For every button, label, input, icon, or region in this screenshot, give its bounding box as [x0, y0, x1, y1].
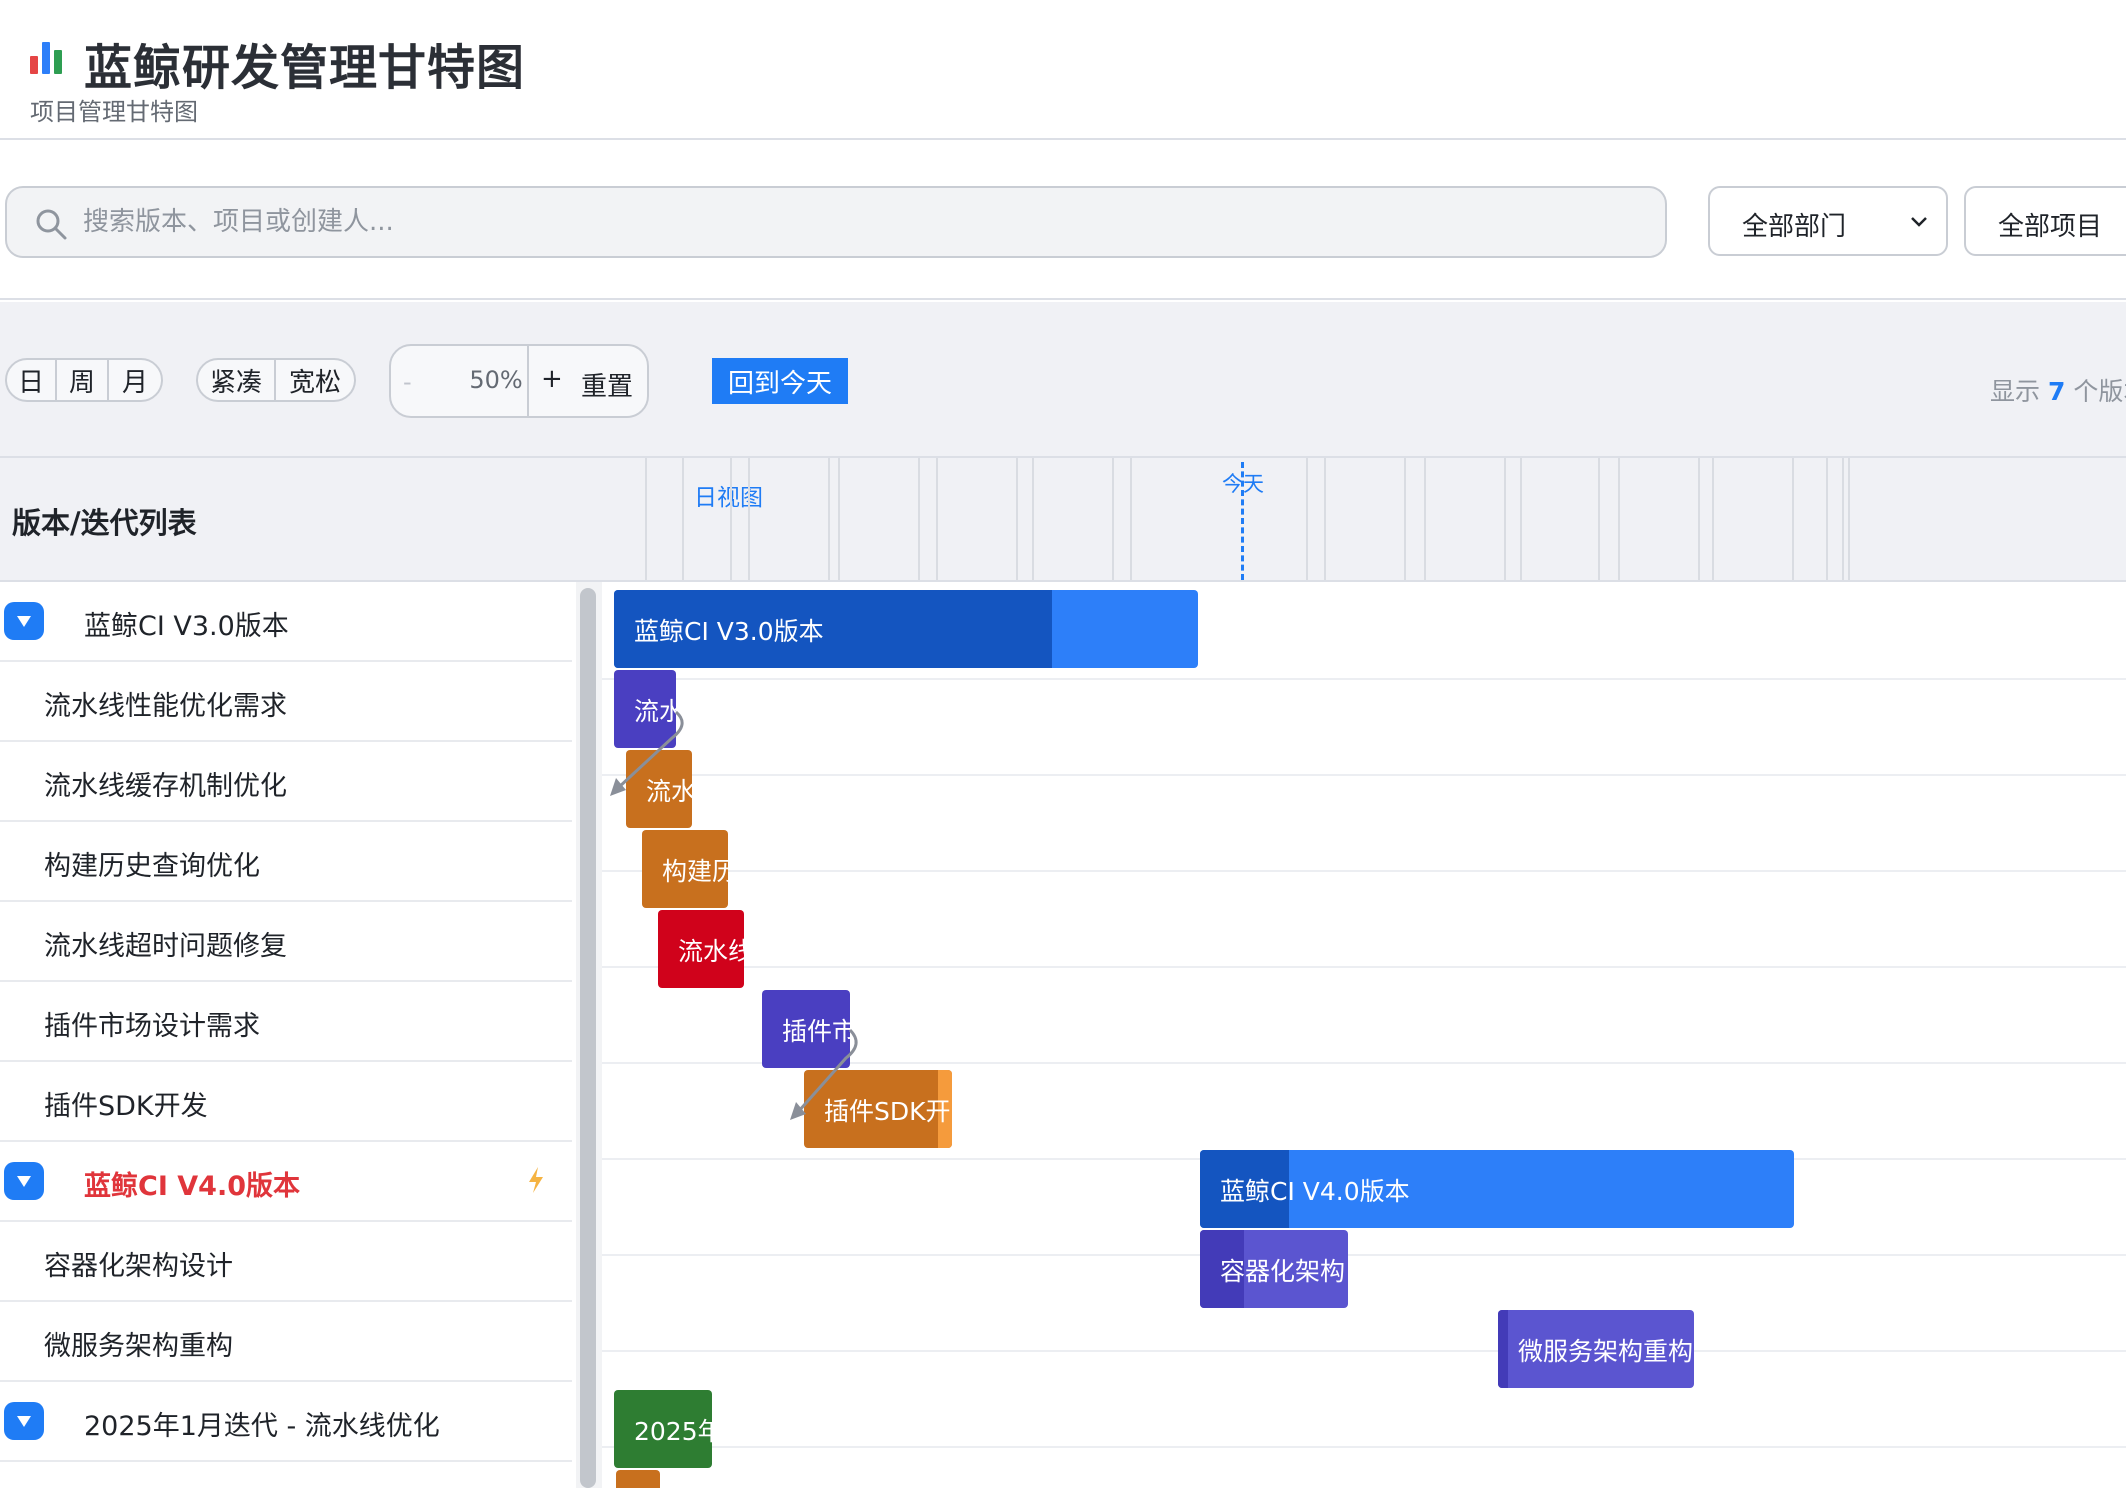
timeline-gridline: [1404, 458, 1406, 580]
gantt-bar-task[interactable]: 微服务架构重构: [1498, 1310, 1694, 1388]
timeline-gridline: [748, 458, 750, 580]
chevron-down-icon: [1911, 217, 1927, 227]
timeline-gridline: [1032, 458, 1034, 580]
zoom-out-button[interactable]: -: [403, 368, 412, 396]
today-marker-line: [1241, 462, 1244, 580]
department-select[interactable]: 全部部门: [1708, 186, 1948, 256]
timeline-gridline: [682, 458, 684, 580]
timeline-gridline: [1520, 458, 1522, 580]
list-item-label: 蓝鲸CI V4.0版本: [84, 1171, 300, 1202]
lightning-icon: [529, 1167, 543, 1193]
timeline-gridline: [1618, 458, 1620, 580]
timeline-gridline: [1324, 458, 1326, 580]
page-header: 蓝鲸研发管理甘特图 项目管理甘特图: [0, 0, 2126, 140]
list-item-label: 蓝鲸CI V3.0版本: [84, 611, 289, 642]
timeline-gridline: [1842, 458, 1844, 580]
density-switch: 紧凑 宽松: [196, 358, 356, 402]
version-list: 蓝鲸CI V3.0版本 流水线性能优化需求 流水线缓存机制优化 构建历史查询优化…: [0, 582, 572, 1488]
zoom-in-button[interactable]: +: [541, 364, 563, 394]
list-item-label: 2025年1月迭代 - 流水线优化: [84, 1411, 440, 1442]
list-item[interactable]: 蓝鲸CI V3.0版本: [0, 582, 572, 662]
version-list-title: 版本/迭代列表: [12, 506, 197, 540]
list-item[interactable]: 微服务架构重构: [0, 1302, 572, 1382]
back-to-today-button[interactable]: 回到今天: [712, 358, 848, 404]
timeline-gridline: [1016, 458, 1018, 580]
filter-bar: 全部部门 全部项目: [0, 140, 2126, 300]
timeline-gridline: [1712, 458, 1714, 580]
scale-week-button[interactable]: 周: [57, 360, 109, 400]
department-select-value: 全部部门: [1742, 212, 1847, 242]
timeline-gridline: [828, 458, 830, 580]
timeline-gridline: [1504, 458, 1506, 580]
list-item[interactable]: 蓝鲸CI V4.0版本: [0, 1142, 572, 1222]
timeline-gridline: [936, 458, 938, 580]
timeline-view-label: 日视图: [694, 485, 763, 511]
list-item[interactable]: 构建历史查询优化: [0, 822, 572, 902]
timeline-gridline: [1698, 458, 1700, 580]
list-item-label: 容器化架构设计: [44, 1251, 233, 1282]
version-count-suffix: 个版本: [2073, 377, 2126, 406]
search-box[interactable]: [5, 186, 1667, 258]
timeline-gridline: [1130, 458, 1132, 580]
list-item[interactable]: 插件SDK开发: [0, 1062, 572, 1142]
gantt-header: 版本/迭代列表 日视图 今天: [0, 458, 2126, 582]
project-select[interactable]: 全部项目: [1964, 186, 2126, 256]
list-item-label: 插件市场设计需求: [44, 1011, 260, 1042]
zoom-reset-button[interactable]: 重置: [581, 366, 633, 403]
list-item[interactable]: 流水线超时问题修复: [0, 902, 572, 982]
search-icon: [36, 209, 67, 240]
list-item-label: 流水线性能优化需求: [44, 691, 287, 722]
gantt-bar-version[interactable]: 蓝鲸CI V4.0版本: [1200, 1150, 1794, 1228]
timeline-gridline: [918, 458, 920, 580]
timeline-gridline: [1848, 458, 1850, 580]
list-item-label: 构建历史查询优化: [44, 851, 260, 882]
gantt-bar-label: 蓝鲸CI V4.0版本: [1220, 1177, 1410, 1206]
gantt-bar-task[interactable]: 容器化架构: [1200, 1230, 1348, 1308]
search-input[interactable]: [83, 200, 1643, 244]
list-item[interactable]: 容器化架构设计: [0, 1222, 572, 1302]
bar-chart-icon: [30, 36, 64, 74]
list-item-label: 微服务架构重构: [44, 1331, 233, 1362]
density-compact-button[interactable]: 紧凑: [198, 360, 277, 400]
timeline-gridline: [645, 458, 647, 580]
timeline-gridline: [1112, 458, 1114, 580]
zoom-control: - 50% + 重置: [389, 344, 649, 418]
project-select-value: 全部项目: [1998, 212, 2103, 242]
triangle-down-icon[interactable]: [4, 602, 44, 640]
timeline-gridline: [1598, 458, 1600, 580]
version-count-prefix: 显示: [1990, 377, 2041, 406]
list-item[interactable]: 2025年1月迭代 - 流水线优化: [0, 1382, 572, 1462]
time-scale-switch: 日 周 月: [5, 358, 163, 402]
list-item[interactable]: 流水线缓存机制优化: [0, 742, 572, 822]
gantt-bar-label: 微服务架构重构: [1518, 1337, 1694, 1366]
list-item-label: 插件SDK开发: [44, 1091, 208, 1122]
version-count-value: 7: [2047, 377, 2066, 406]
version-count: 显示 7 个版本: [1990, 372, 2126, 408]
gantt-bar-label: 2025年: [634, 1417, 712, 1446]
gantt-chart: 蓝鲸CI V3.0版本 流水 流水 构建历 流水线 插件市 插件SDK开 蓝鲸C…: [602, 582, 2126, 1488]
page-subtitle: 项目管理甘特图: [30, 98, 198, 126]
gantt-toolbar: 日 周 月 紧凑 宽松 - 50% + 重置 回到今天 显示 7 个版本: [0, 302, 2126, 458]
timeline-gridline: [1792, 458, 1794, 580]
timeline-gridline: [838, 458, 840, 580]
timeline-gridline: [730, 458, 732, 580]
scale-month-button[interactable]: 月: [109, 360, 161, 400]
timeline-gridline: [1306, 458, 1308, 580]
list-item-label: 流水线缓存机制优化: [44, 771, 287, 802]
list-item[interactable]: 插件市场设计需求: [0, 982, 572, 1062]
triangle-down-icon[interactable]: [4, 1402, 44, 1440]
list-item[interactable]: 流水线性能优化需求: [0, 662, 572, 742]
density-loose-button[interactable]: 宽松: [276, 360, 354, 400]
triangle-down-icon[interactable]: [4, 1162, 44, 1200]
timeline-gridline: [1424, 458, 1426, 580]
gantt-bar-label: 容器化架构: [1220, 1257, 1346, 1286]
gantt-bar-iteration[interactable]: 2025年: [614, 1390, 712, 1468]
list-item-label: 流水线超时问题修复: [44, 931, 287, 962]
page-title: 蓝鲸研发管理甘特图: [84, 40, 526, 96]
gantt-bar-task[interactable]: [616, 1470, 660, 1488]
timeline-gridline: [1826, 458, 1828, 580]
scale-day-button[interactable]: 日: [7, 360, 57, 400]
dependency-arrows: [610, 710, 858, 1120]
list-scrollbar-thumb[interactable]: [580, 588, 596, 1488]
